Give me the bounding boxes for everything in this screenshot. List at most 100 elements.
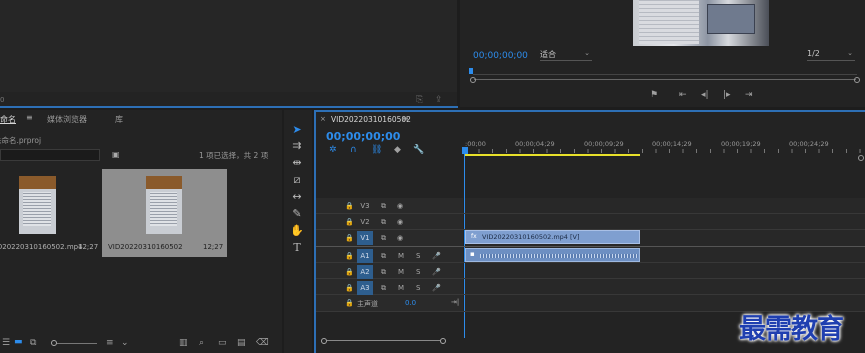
add-marker-icon[interactable]: ◆ — [394, 146, 401, 155]
resolution-select[interactable]: 1/2 ⌄ — [807, 49, 855, 61]
sync-lock-icon[interactable]: ⧉ — [381, 234, 386, 243]
lock-icon[interactable]: 🔒 — [345, 284, 354, 292]
project-item[interactable]: VID20220310160502.mp4 12;27 — [0, 169, 100, 257]
item-thumbnail — [19, 176, 56, 234]
chevron-down-icon[interactable]: ⌄ — [121, 339, 129, 348]
program-zoom-scrollbar[interactable] — [470, 77, 860, 83]
insert-icon[interactable]: ⇪ — [435, 96, 443, 105]
lock-icon[interactable]: 🔒 — [345, 268, 354, 276]
tab-libraries[interactable]: 库 — [115, 114, 123, 125]
ruler-label: 00;00;04;29 — [515, 140, 555, 148]
eye-icon[interactable]: ◉ — [397, 202, 403, 210]
source-monitor-focus-border — [0, 106, 458, 108]
track-name-a3[interactable]: A3 — [357, 281, 373, 295]
tab-media-browser[interactable]: 媒体浏览器 — [47, 114, 87, 125]
freeform-view-icon[interactable]: ⧉ — [30, 339, 36, 348]
go-to-end-icon[interactable]: ⇥| — [451, 298, 459, 306]
sync-lock-icon[interactable]: ⧉ — [381, 268, 386, 277]
solo-button[interactable]: S — [416, 252, 420, 260]
trash-icon[interactable]: ⌫ — [256, 339, 269, 348]
icon-view-icon[interactable]: ▬ — [14, 338, 23, 347]
sort-icon[interactable]: ≡ — [106, 339, 114, 348]
microphone-icon[interactable]: 🎤 — [432, 252, 441, 260]
hand-tool-icon[interactable]: ✋ — [289, 223, 305, 239]
nest-toggle-icon[interactable]: ✲ — [329, 146, 337, 155]
track-name-v3[interactable]: V3 — [357, 199, 373, 213]
master-volume-value[interactable]: 0.0 — [405, 299, 416, 307]
track-name-a2[interactable]: A2 — [357, 265, 373, 279]
program-timecode[interactable]: 00;00;00;00 — [473, 51, 528, 61]
new-search-bin-icon[interactable]: ▣ — [112, 150, 120, 159]
scroll-handle-left[interactable] — [470, 77, 476, 83]
vertical-zoom-handle[interactable] — [858, 155, 864, 161]
track-select-tool-icon[interactable]: ⇉ — [289, 138, 305, 154]
master-track-label: 主声道 — [357, 300, 378, 308]
track-name-v2[interactable]: V2 — [357, 215, 373, 229]
solo-button[interactable]: S — [416, 268, 420, 276]
track-name-a1[interactable]: A1 — [357, 249, 373, 263]
new-item-icon[interactable]: ▤ — [237, 339, 246, 348]
wrench-icon[interactable]: 🔧 — [413, 146, 424, 155]
fit-select[interactable]: 适合 ⌄ — [540, 49, 592, 61]
scroll-handle-right[interactable] — [854, 77, 860, 83]
playhead-marker[interactable] — [462, 147, 468, 154]
audio-waveform — [480, 254, 638, 258]
track-divider — [316, 213, 865, 214]
project-search-input[interactable] — [0, 149, 100, 161]
item-duration: 12;27 — [203, 243, 224, 251]
scroll-handle-right[interactable] — [440, 338, 446, 344]
lock-icon[interactable]: 🔒 — [345, 252, 354, 260]
linked-selection-icon[interactable]: ⛓ — [371, 146, 382, 155]
pen-tool-icon[interactable]: ✎ — [289, 206, 305, 222]
new-bin-icon[interactable]: ▭ — [218, 339, 227, 348]
list-view-icon[interactable]: ☰ — [2, 339, 10, 348]
time-ruler-ticks[interactable] — [465, 149, 865, 153]
step-back-icon[interactable]: ◂| — [701, 91, 709, 100]
find-icon[interactable]: ⌕ — [199, 339, 204, 348]
program-video-frame — [633, 0, 769, 46]
timeline-horizontal-scrollbar[interactable] — [321, 338, 446, 344]
sequence-tab[interactable]: VID20220310160502 — [331, 115, 411, 124]
automate-to-sequence-icon[interactable]: ▥ — [179, 339, 188, 348]
program-time-ruler[interactable] — [473, 74, 857, 75]
tab-project[interactable]: 未命名 — [0, 114, 16, 125]
work-area-bar[interactable] — [465, 154, 640, 156]
sync-lock-icon[interactable]: ⧉ — [381, 218, 386, 227]
eye-icon[interactable]: ◉ — [397, 218, 403, 226]
timeline-timecode[interactable]: 00;00;00;00 — [326, 130, 400, 143]
track-name-v1[interactable]: V1 — [357, 231, 373, 245]
sync-lock-icon[interactable]: ⧉ — [381, 284, 386, 293]
project-item-selected[interactable]: VID20220310160502 12;27 — [102, 169, 227, 257]
step-to-in-icon[interactable]: ⇤ — [679, 91, 687, 100]
razor-tool-icon[interactable]: ⧄ — [289, 172, 305, 188]
scroll-handle-left[interactable] — [321, 338, 327, 344]
lock-icon[interactable]: 🔒 — [345, 234, 354, 242]
export-frame-icon[interactable]: ⎘ — [416, 96, 423, 105]
add-marker-icon[interactable]: ⚑ — [650, 91, 658, 100]
lock-icon[interactable]: 🔒 — [345, 218, 354, 226]
lock-icon[interactable]: 🔒 — [345, 202, 354, 210]
mute-button[interactable]: M — [398, 252, 404, 260]
close-tab-icon[interactable]: × — [320, 115, 326, 123]
slip-tool-icon[interactable]: ↔ — [289, 189, 305, 205]
audio-clip[interactable]: ▪ — [465, 248, 640, 262]
microphone-icon[interactable]: 🎤 — [432, 284, 441, 292]
eye-icon[interactable]: ◉ — [397, 234, 403, 242]
type-tool-icon[interactable]: T — [289, 240, 305, 256]
lock-icon[interactable]: 🔒 — [345, 299, 354, 307]
sequence-menu-icon[interactable]: ≡ — [402, 114, 409, 123]
snap-icon[interactable]: ∩ — [350, 146, 357, 155]
step-to-out-icon[interactable]: ⇥ — [745, 91, 753, 100]
mute-button[interactable]: M — [398, 284, 404, 292]
video-clip[interactable]: fx VID20220310160502.mp4 [V] — [465, 230, 640, 244]
sync-lock-icon[interactable]: ⧉ — [381, 202, 386, 211]
selection-tool-icon[interactable]: ➤ — [289, 122, 305, 138]
play-icon[interactable]: |▸ — [723, 91, 731, 100]
sync-lock-icon[interactable]: ⧉ — [381, 252, 386, 261]
solo-button[interactable]: S — [416, 284, 420, 292]
ripple-edit-tool-icon[interactable]: ⇹ — [289, 155, 305, 171]
microphone-icon[interactable]: 🎤 — [432, 268, 441, 276]
thumbnail-size-slider[interactable] — [51, 340, 97, 348]
tab-menu-icon[interactable]: ≡ — [26, 113, 33, 122]
mute-button[interactable]: M — [398, 268, 404, 276]
